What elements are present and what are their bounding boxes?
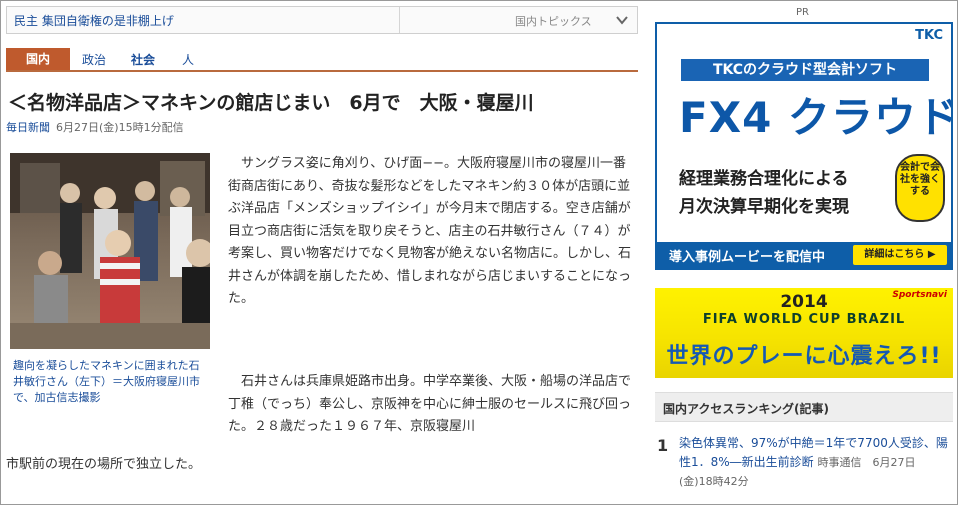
divider	[399, 7, 400, 33]
photo-caption: 趣向を凝らしたマネキンに囲まれた石井敏行さん（左下）＝大阪府寝屋川市で、加古信志…	[13, 359, 200, 404]
ad-details-button[interactable]: 詳細はこちら ▶	[853, 245, 947, 265]
tab-domestic[interactable]: 国内	[6, 48, 70, 70]
ad-year: 2014	[780, 292, 828, 312]
topics-bar[interactable]: 民主 集団自衛権の是非棚上げ 国内トピックス	[6, 6, 638, 34]
ranking-header: 国内アクセスランキング(記事)	[655, 392, 953, 422]
pr-label: PR	[796, 7, 809, 18]
ad-banner-text: TKCのクラウド型会計ソフト	[681, 59, 929, 81]
article-title: ＜名物洋品店＞マネキンの館店じまい 6月で 大阪・寝屋川	[8, 92, 534, 114]
ranking-item: 1 染色体異常、97%が中絶＝1年で7700人受診、陽性1．8%―新出生前診断 …	[655, 422, 953, 505]
ad-bottom-strip: 導入事例ムービーを配信中 詳細はこちら ▶	[657, 242, 951, 268]
topics-label: 国内トピックス	[515, 15, 592, 28]
tab-politics[interactable]: 政治	[82, 51, 106, 68]
ad-product-name: FX4 クラウド	[679, 93, 953, 142]
tkc-logo: TKC	[915, 28, 943, 43]
ranking-text: 染色体異常、97%が中絶＝1年で7700人受診、陽性1．8%―新出生前診断 時事…	[679, 434, 949, 491]
article-date: 6月27日(金)15時1分配信	[56, 121, 184, 134]
fifa-ad-banner[interactable]: Sportsnavi 2014 FIFA WORLD CUP BRAZIL 世界…	[655, 288, 953, 378]
chevron-down-icon[interactable]	[613, 11, 631, 29]
topic-headline-link[interactable]: 民主 集団自衛権の是非棚上げ	[14, 12, 174, 29]
article-paragraph-continued: 市駅前の現在の場所で独立した。	[6, 457, 202, 472]
ad-strip-text: 導入事例ムービーを配信中	[669, 250, 826, 265]
category-tabs: 国内 政治 社会 人	[6, 48, 638, 72]
ad-badge: 会計で会社を強くする	[895, 154, 945, 222]
ad-headline: 世界のプレーに心震えろ!!	[666, 344, 942, 369]
byline: 毎日新聞 6月27日(金)15時1分配信	[6, 119, 184, 135]
rank-number: 1	[657, 436, 669, 455]
article-paragraph: 石井さんは兵庫県姫路市出身。中学卒業後、大阪・船場の洋品店で丁稚（でっち）奉公し…	[228, 374, 632, 434]
ad-copy-line: 経理業務合理化による	[679, 169, 849, 189]
article-photo[interactable]	[10, 153, 210, 349]
article-paragraph: サングラス姿に角刈り、ひげ面−−。大阪府寝屋川市の寝屋川一番街商店街にあり、奇抜…	[228, 156, 632, 306]
ad-copy-line: 月次決算早期化を実現	[679, 197, 849, 217]
photo-illustration	[10, 153, 210, 349]
access-ranking: 国内アクセスランキング(記事) 1 染色体異常、97%が中絶＝1年で7700人受…	[655, 392, 953, 505]
tkc-ad-banner[interactable]: TKC TKCのクラウド型会計ソフト FX4 クラウド 経理業務合理化による 月…	[655, 22, 953, 270]
tab-society[interactable]: 社会	[131, 51, 155, 68]
ad-event-name: FIFA WORLD CUP BRAZIL	[702, 312, 906, 327]
article-source-link[interactable]: 毎日新聞	[6, 121, 50, 134]
tab-people[interactable]: 人	[182, 51, 194, 68]
